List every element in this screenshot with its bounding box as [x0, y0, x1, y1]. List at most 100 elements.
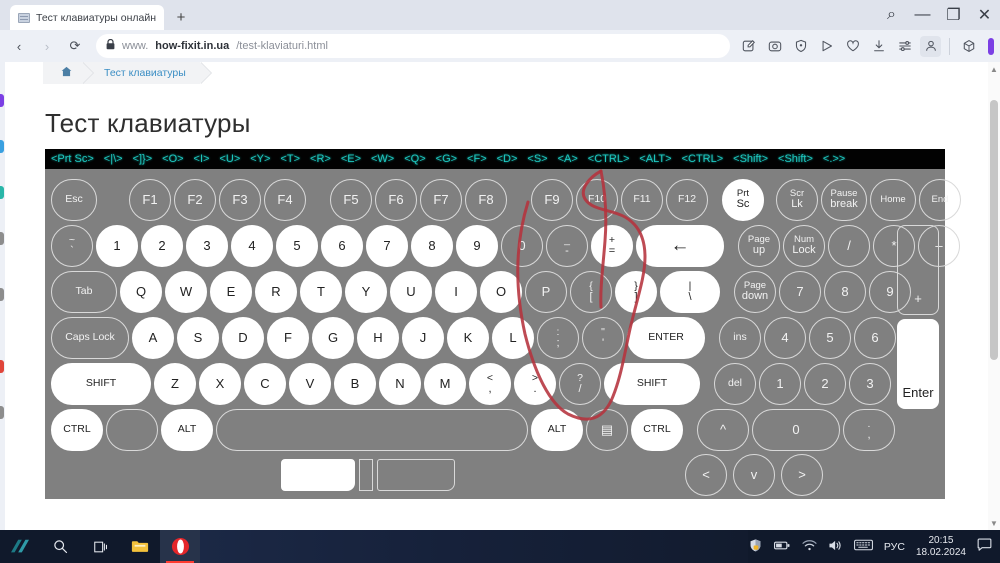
key-f2[interactable]: F2 [174, 179, 216, 221]
key-t[interactable]: T [300, 271, 342, 313]
key-prtsc[interactable]: Prt Sc [722, 179, 764, 221]
key-[interactable]: {[ [570, 271, 612, 313]
key-n[interactable]: N [379, 363, 421, 405]
key-k[interactable]: K [447, 317, 489, 359]
search-icon[interactable] [40, 530, 80, 563]
notes-icon[interactable] [738, 36, 759, 57]
space-key[interactable] [216, 409, 528, 451]
win-key[interactable] [106, 409, 158, 451]
key-tab[interactable]: Tab [51, 271, 117, 313]
key-r[interactable]: R [255, 271, 297, 313]
key-[interactable]: ^ [697, 409, 749, 451]
page-scrollbar[interactable]: ▲ ▼ [988, 62, 1000, 530]
language-indicator[interactable]: РУС [884, 541, 905, 553]
key-c[interactable]: C [244, 363, 286, 405]
key-ctrl[interactable]: CTRL [51, 409, 103, 451]
scroll-up-arrow[interactable]: ▲ [988, 62, 1000, 76]
key-q[interactable]: Q [120, 271, 162, 313]
wifi-icon[interactable] [802, 539, 817, 555]
task-view-icon[interactable] [80, 530, 120, 563]
key-e[interactable]: E [210, 271, 252, 313]
key-f11[interactable]: F11 [621, 179, 663, 221]
extra-key-mid[interactable] [359, 459, 373, 491]
sidebar-indicator-1[interactable] [0, 94, 4, 107]
key-pageup[interactable]: Page up [738, 225, 780, 267]
notifications-icon[interactable] [977, 538, 992, 555]
key-f6[interactable]: F6 [375, 179, 417, 221]
key-[interactable]: + = [591, 225, 633, 267]
key-o[interactable]: O [480, 271, 522, 313]
key-1[interactable]: 1 [759, 363, 801, 405]
sidebar-indicator-4[interactable] [0, 232, 4, 245]
key-h[interactable]: H [357, 317, 399, 359]
key-shift[interactable]: SHIFT [51, 363, 151, 405]
key-f12[interactable]: F12 [666, 179, 708, 221]
file-explorer-icon[interactable] [120, 530, 160, 563]
key-[interactable]: _ - [546, 225, 588, 267]
key-[interactable]: / [828, 225, 870, 267]
key-[interactable]: <, [469, 363, 511, 405]
key-v[interactable]: V [289, 363, 331, 405]
reload-button[interactable]: ⟳ [62, 33, 88, 59]
search-icon[interactable]: ⌕ [884, 6, 899, 23]
key-end[interactable]: End [919, 179, 961, 221]
favorites-heart-icon[interactable] [842, 36, 863, 57]
key-alt[interactable]: ALT [161, 409, 213, 451]
key-7[interactable]: 7 [366, 225, 408, 267]
key-3[interactable]: 3 [186, 225, 228, 267]
key-z[interactable]: Z [154, 363, 196, 405]
forward-button[interactable]: › [34, 33, 60, 59]
key-3[interactable]: 3 [849, 363, 891, 405]
breadcrumb-current[interactable]: Тест клавиатуры [82, 62, 212, 84]
extensions-cube-icon[interactable] [958, 36, 979, 57]
keyboard-layout-icon[interactable] [853, 539, 873, 554]
back-button[interactable]: ‹ [6, 33, 32, 59]
opera-icon[interactable] [160, 530, 200, 563]
sidebar-indicator-2[interactable] [0, 140, 4, 153]
key-alt[interactable]: ALT [531, 409, 583, 451]
key-home[interactable]: Home [870, 179, 916, 221]
key-5[interactable]: 5 [276, 225, 318, 267]
taskbar-clock[interactable]: 20:15 18.02.2024 [916, 535, 966, 558]
sidebar-indicator-5[interactable] [0, 288, 4, 301]
key-x[interactable]: X [199, 363, 241, 405]
breadcrumb-home[interactable] [43, 62, 94, 84]
key-1[interactable]: 1 [96, 225, 138, 267]
new-tab-button[interactable]: + [170, 6, 192, 28]
key-[interactable]: " ' [582, 317, 624, 359]
key-b[interactable]: B [334, 363, 376, 405]
key-p[interactable]: P [525, 271, 567, 313]
scroll-down-arrow[interactable]: ▼ [988, 516, 1000, 530]
key-[interactable]: :; [537, 317, 579, 359]
key-f9[interactable]: F9 [531, 179, 573, 221]
key-a[interactable]: A [132, 317, 174, 359]
key-pausebreak[interactable]: Pause break [821, 179, 867, 221]
start-icon[interactable] [0, 530, 40, 563]
volume-icon[interactable] [828, 539, 843, 555]
key-[interactable]: ? / [559, 363, 601, 405]
key-[interactable]: > [781, 454, 823, 496]
key-4[interactable]: 4 [764, 317, 806, 359]
key-8[interactable]: 8 [411, 225, 453, 267]
key-g[interactable]: G [312, 317, 354, 359]
key-[interactable]: | \ [660, 271, 720, 313]
player-icon[interactable] [816, 36, 837, 57]
numpad-enter-key[interactable]: Enter [897, 319, 939, 409]
key-l[interactable]: L [492, 317, 534, 359]
key-f10[interactable]: F10 [576, 179, 618, 221]
key-[interactable]: ., [843, 409, 895, 451]
key-6[interactable]: 6 [321, 225, 363, 267]
key-[interactable]: >. [514, 363, 556, 405]
key-8[interactable]: 8 [824, 271, 866, 313]
key-5[interactable]: 5 [809, 317, 851, 359]
vpn-shield-icon[interactable] [790, 36, 811, 57]
key-0[interactable]: 0 [501, 225, 543, 267]
restore-icon[interactable]: ❐ [946, 7, 961, 24]
key-[interactable]: ← [636, 225, 724, 267]
key-j[interactable]: J [402, 317, 444, 359]
key-scrlk[interactable]: Scr Lk [776, 179, 818, 221]
key-shift[interactable]: SHIFT [604, 363, 700, 405]
key-ctrl[interactable]: CTRL [631, 409, 683, 451]
key-f8[interactable]: F8 [465, 179, 507, 221]
key-6[interactable]: 6 [854, 317, 896, 359]
